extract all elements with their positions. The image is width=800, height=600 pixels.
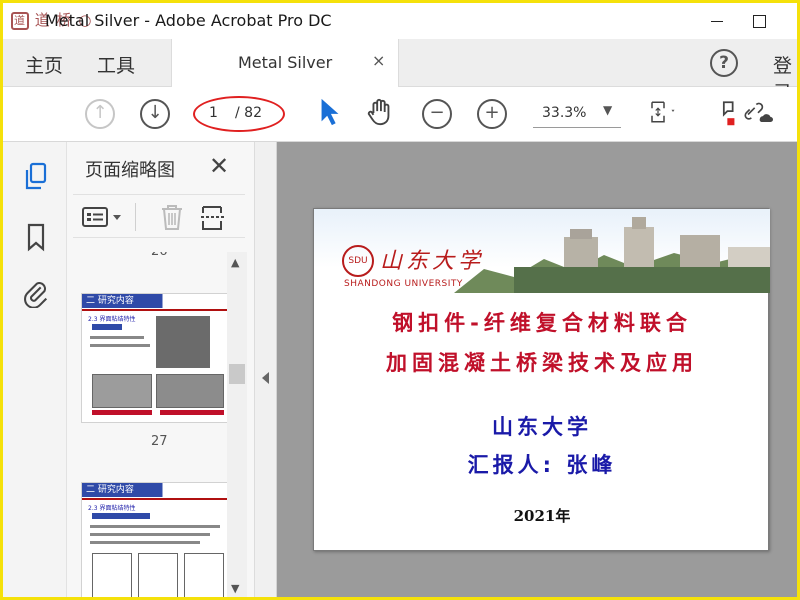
comment-icon[interactable]	[715, 97, 745, 127]
thumbnail-photo	[156, 374, 224, 408]
delete-page-icon[interactable]	[159, 203, 185, 231]
thumbnail-scrollbar[interactable]: ▲ ▼	[227, 252, 247, 597]
toolbar-divider	[135, 203, 136, 231]
thumbnail-photo	[156, 316, 210, 368]
zoom-out-icon[interactable]: −	[422, 99, 452, 129]
thumbnail-caption-bar	[160, 410, 224, 415]
next-page-icon[interactable]: ↓	[140, 99, 170, 129]
university-banner: SDU 山东大学 SHANDONG UNIVERSITY	[314, 209, 770, 293]
slide-organization: 山东大学	[492, 415, 592, 439]
document-view[interactable]: SDU 山东大学 SHANDONG UNIVERSITY 钢扣件-纤维复合材料联…	[277, 142, 797, 597]
thumbnail-plot	[138, 553, 178, 597]
window-title: Metal Silver - Adobe Acrobat Pro DC	[45, 11, 332, 30]
document-tab[interactable]: Metal Silver ×	[171, 39, 399, 87]
slide-year: 2021年	[513, 507, 571, 525]
thumbnail-rule	[82, 498, 228, 500]
page-number-highlight-ellipse	[193, 96, 285, 132]
thumbnail-subhead: 2.3 界面粘结特性	[88, 505, 136, 512]
thumbnail-header: 二 研究内容	[82, 483, 228, 497]
left-nav-rail	[3, 142, 67, 597]
thumbnails-panel: 页面缩略图 ✕ 26 二 研究内容	[67, 142, 255, 597]
bookmark-icon[interactable]	[23, 222, 49, 252]
main-toolbar: ↑ ↓ 1 / 82 − + 33.3% ▼	[3, 87, 797, 142]
panel-title: 页面缩略图	[85, 160, 175, 181]
app-window: 道 道 桥 ○ Metal Silver - Adobe Acrobat Pro…	[0, 0, 800, 600]
thumbnail-tag	[92, 324, 122, 330]
panel-collapse-handle[interactable]	[255, 142, 277, 597]
thumbnail-subhead: 2.3 界面粘结特性	[88, 316, 136, 323]
zoom-in-icon[interactable]: +	[477, 99, 507, 129]
zoom-select[interactable]: 33.3% ▼	[533, 102, 621, 128]
insert-page-icon[interactable]	[199, 203, 229, 231]
chevron-down-icon: ▼	[603, 103, 613, 117]
thumbnail-tag	[92, 513, 150, 519]
thumbnail-text-line	[90, 525, 220, 528]
attachment-icon[interactable]	[23, 278, 49, 308]
slide-page-1: SDU 山东大学 SHANDONG UNIVERSITY 钢扣件-纤维复合材料联…	[313, 208, 770, 551]
select-cursor-icon[interactable]	[315, 97, 345, 127]
collapse-left-icon[interactable]	[262, 372, 269, 384]
university-seal-logo: SDU	[342, 245, 374, 277]
university-name-cn: 山东大学	[380, 249, 485, 274]
menu-tools[interactable]: 工具	[97, 51, 135, 78]
menu-tab-bar: 主页 工具 Metal Silver × ? 登录	[3, 39, 797, 104]
maximize-button[interactable]	[739, 7, 783, 35]
help-icon[interactable]: ?	[710, 49, 738, 77]
thumbnail-text-line	[90, 344, 150, 347]
thumbnail-caption-bar	[92, 410, 152, 415]
thumbnail-options-icon[interactable]	[81, 205, 127, 229]
thumbnail-list[interactable]: 26 二 研究内容 2.3 界面粘结特性 27 二 研究内容 2.3 界面粘结特…	[75, 252, 233, 597]
thumbnail-text-line	[90, 541, 200, 544]
thumbnail-header: 二 研究内容	[82, 294, 228, 308]
title-bar: 道 道 桥 ○ Metal Silver - Adobe Acrobat Pro…	[3, 3, 797, 39]
zoom-value: 33.3%	[542, 105, 587, 121]
minimize-button[interactable]	[695, 7, 739, 35]
hand-tool-icon[interactable]	[365, 97, 395, 127]
thumbnail-page[interactable]: 二 研究内容 2.3 界面粘结特性	[81, 482, 229, 597]
share-link-icon[interactable]	[743, 97, 773, 127]
scroll-down-icon[interactable]: ▼	[231, 582, 239, 595]
university-name-en: SHANDONG UNIVERSITY	[344, 279, 463, 289]
menu-home[interactable]: 主页	[25, 51, 63, 78]
watermark-seal-icon: 道	[11, 11, 29, 30]
thumbnail-text-line	[90, 533, 210, 536]
slide-presenter: 汇报人: 张峰	[467, 453, 617, 477]
document-tab-close-icon[interactable]: ×	[372, 51, 385, 70]
document-tab-label: Metal Silver	[238, 53, 333, 72]
page-thumbnails-icon[interactable]	[23, 162, 49, 192]
thumbnail-rule	[82, 309, 228, 311]
page-fit-icon[interactable]	[649, 97, 679, 127]
thumbnail-page-number: 26	[151, 252, 168, 259]
slide-title-line-2: 加固混凝土桥梁技术及应用	[386, 351, 698, 375]
thumbnail-photo	[92, 374, 152, 408]
thumbnail-page-number: 27	[151, 434, 168, 449]
scrollbar-thumb[interactable]	[229, 364, 245, 384]
scroll-up-icon[interactable]: ▲	[231, 256, 239, 269]
panel-toolbar	[73, 194, 245, 238]
thumbnail-page[interactable]: 二 研究内容 2.3 界面粘结特性	[81, 293, 229, 423]
previous-page-icon[interactable]: ↑	[85, 99, 115, 129]
close-panel-icon[interactable]: ✕	[209, 152, 229, 180]
thumbnail-plot	[184, 553, 224, 597]
slide-title-line-1: 钢扣件-纤维复合材料联合	[392, 311, 692, 335]
thumbnail-text-line	[90, 336, 144, 339]
thumbnail-plot	[92, 553, 132, 597]
